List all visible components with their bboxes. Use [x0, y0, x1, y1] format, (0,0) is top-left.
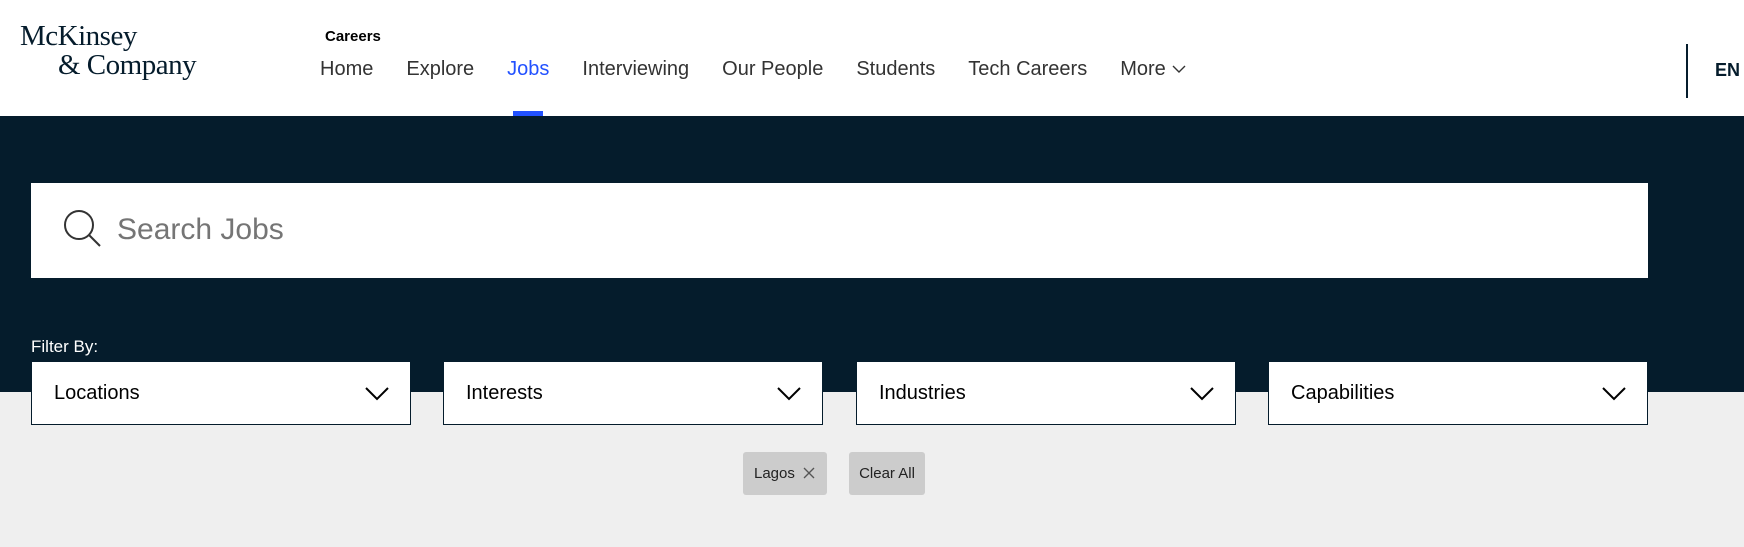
filter-capabilities-label: Capabilities — [1291, 381, 1395, 404]
chevron-down-icon — [1602, 387, 1626, 401]
chevron-down-icon — [1172, 65, 1186, 73]
filter-label: Filter By: — [31, 337, 99, 356]
language-selector[interactable]: EN — [1715, 60, 1740, 81]
nav-item-tech-careers[interactable]: Tech Careers — [968, 55, 1087, 83]
header-divider — [1686, 44, 1688, 98]
search-input[interactable] — [117, 201, 1617, 259]
search-icon — [64, 210, 101, 247]
nav-item-home[interactable]: Home — [320, 55, 373, 83]
filter-capabilities-dropdown[interactable]: Capabilities — [1268, 361, 1648, 425]
clear-all-button[interactable]: Clear All — [849, 452, 925, 495]
site-header: McKinsey & Company Careers Home Explore … — [0, 0, 1744, 116]
section-label[interactable]: Careers — [325, 28, 381, 45]
chevron-down-icon — [777, 387, 801, 401]
filter-industries-dropdown[interactable]: Industries — [856, 361, 1236, 425]
filter-interests-label: Interests — [466, 381, 543, 404]
nav-item-students[interactable]: Students — [856, 55, 935, 83]
filter-interests-dropdown[interactable]: Interests — [443, 361, 823, 425]
nav-item-explore[interactable]: Explore — [406, 55, 474, 83]
filter-chip-lagos[interactable]: Lagos — [743, 452, 827, 495]
nav-item-interviewing[interactable]: Interviewing — [582, 55, 689, 83]
filter-locations-label: Locations — [54, 381, 140, 404]
main-nav: Home Explore Jobs Interviewing Our Peopl… — [320, 55, 1221, 116]
logo-line-1: McKinsey — [20, 20, 137, 52]
filter-chip-label: Lagos — [754, 465, 795, 482]
nav-item-more[interactable]: More — [1120, 55, 1188, 83]
search-bar[interactable] — [31, 183, 1648, 278]
nav-item-jobs[interactable]: Jobs — [507, 55, 549, 116]
logo-line-2: & Company — [58, 49, 197, 81]
close-icon[interactable] — [801, 465, 817, 481]
mckinsey-logo[interactable]: McKinsey & Company — [20, 20, 197, 81]
chevron-down-icon — [1190, 387, 1214, 401]
filter-industries-label: Industries — [879, 381, 966, 404]
filter-locations-dropdown[interactable]: Locations — [31, 361, 411, 425]
chevron-down-icon — [365, 387, 389, 401]
nav-item-our-people[interactable]: Our People — [722, 55, 823, 83]
nav-item-more-label: More — [1120, 57, 1166, 80]
